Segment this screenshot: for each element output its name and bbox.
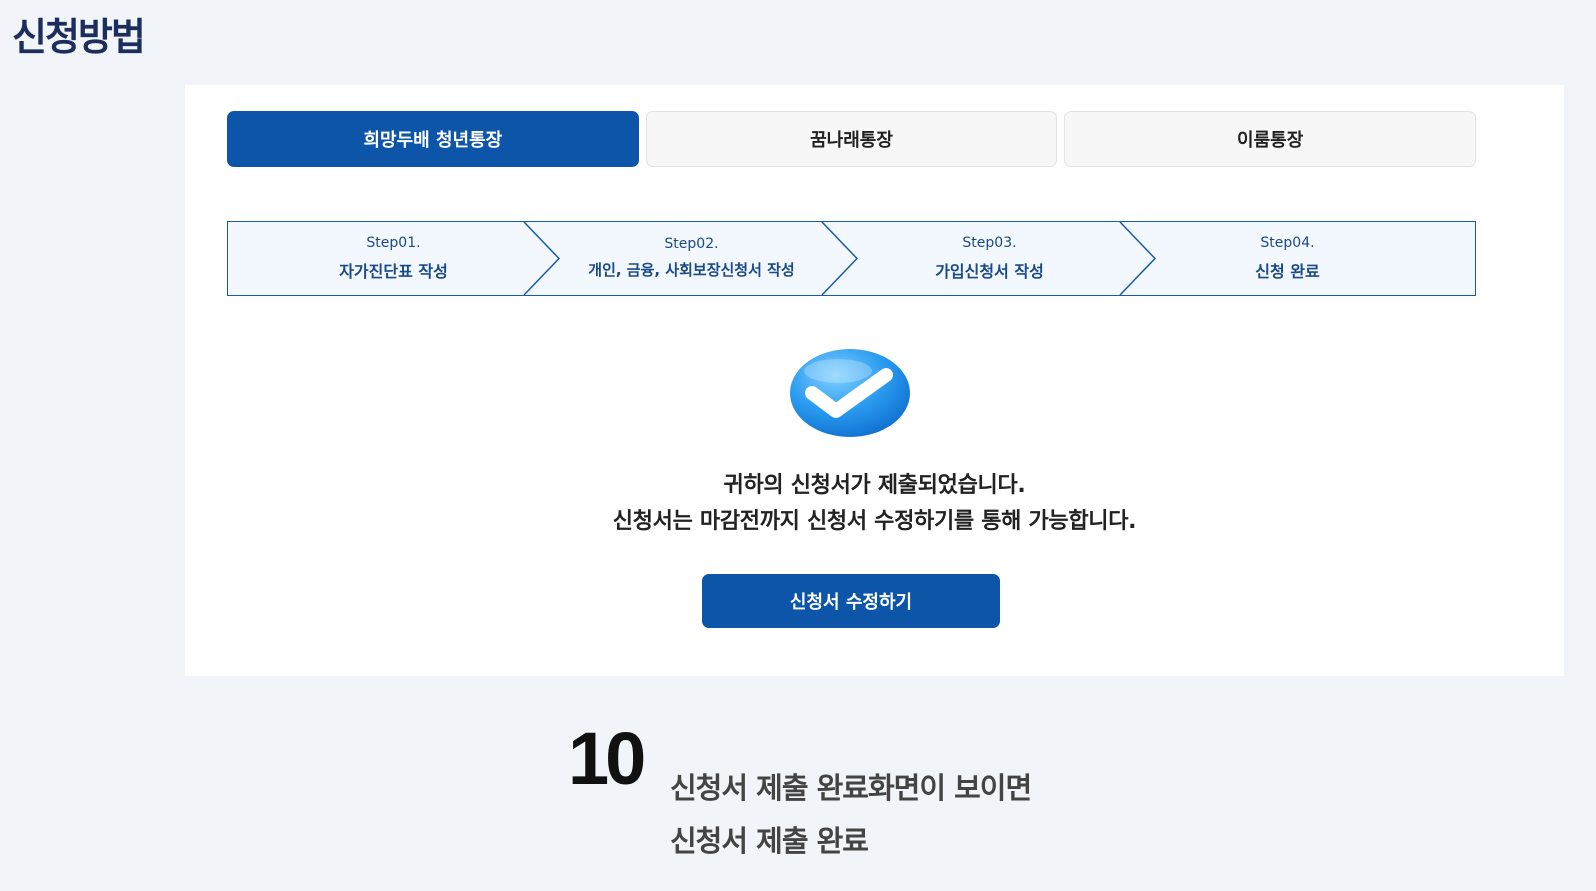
step-3: Step03. 가입신청서 작성 xyxy=(838,222,1141,294)
submission-complete-message: 귀하의 신청서가 제출되었습니다. xyxy=(723,473,1026,498)
step-4: Step04. 신청 완료 xyxy=(1136,222,1439,294)
check-circle-icon xyxy=(790,349,910,437)
instruction-line-2: 신청서 제출 완료 xyxy=(670,824,869,858)
step-number: Step01. xyxy=(366,234,421,251)
step-progress-bar: Step01. 자가진단표 작성 Step02. 개인, 금융, 사회보장신청서… xyxy=(227,221,1476,296)
step-1: Step01. 자가진단표 작성 xyxy=(242,222,545,294)
instruction-line-1: 신청서 제출 완료화면이 보이면 xyxy=(670,771,1032,805)
instruction-step-number: 10 xyxy=(568,717,646,800)
step-number: Step03. xyxy=(962,234,1017,251)
step-label: 개인, 금융, 사회보장신청서 작성 xyxy=(588,261,795,279)
step-number: Step02. xyxy=(664,236,719,252)
tab-hope-double-youth[interactable]: 희망두배 청년통장 xyxy=(227,111,639,167)
page-heading: 신청방법 xyxy=(12,15,146,59)
edit-notice-message: 신청서는 마감전까지 신청서 수정하기를 통해 가능합니다. xyxy=(612,509,1137,534)
step-label: 가입신청서 작성 xyxy=(935,261,1044,281)
step-number: Step04. xyxy=(1260,234,1315,251)
edit-application-button[interactable]: 신청서 수정하기 xyxy=(702,574,1000,628)
step-label: 자가진단표 작성 xyxy=(339,261,448,281)
tab-dream-wing[interactable]: 꿈나래통장 xyxy=(645,111,1058,167)
step-label: 신청 완료 xyxy=(1255,261,1320,281)
account-tabs: 희망두배 청년통장 꿈나래통장 이룸통장 xyxy=(227,111,1477,167)
step-2: Step02. 개인, 금융, 사회보장신청서 작성 xyxy=(540,222,843,294)
application-panel: 희망두배 청년통장 꿈나래통장 이룸통장 Step01. 자가진단표 작성 St… xyxy=(185,85,1564,676)
tab-irum[interactable]: 이룸통장 xyxy=(1064,111,1477,167)
